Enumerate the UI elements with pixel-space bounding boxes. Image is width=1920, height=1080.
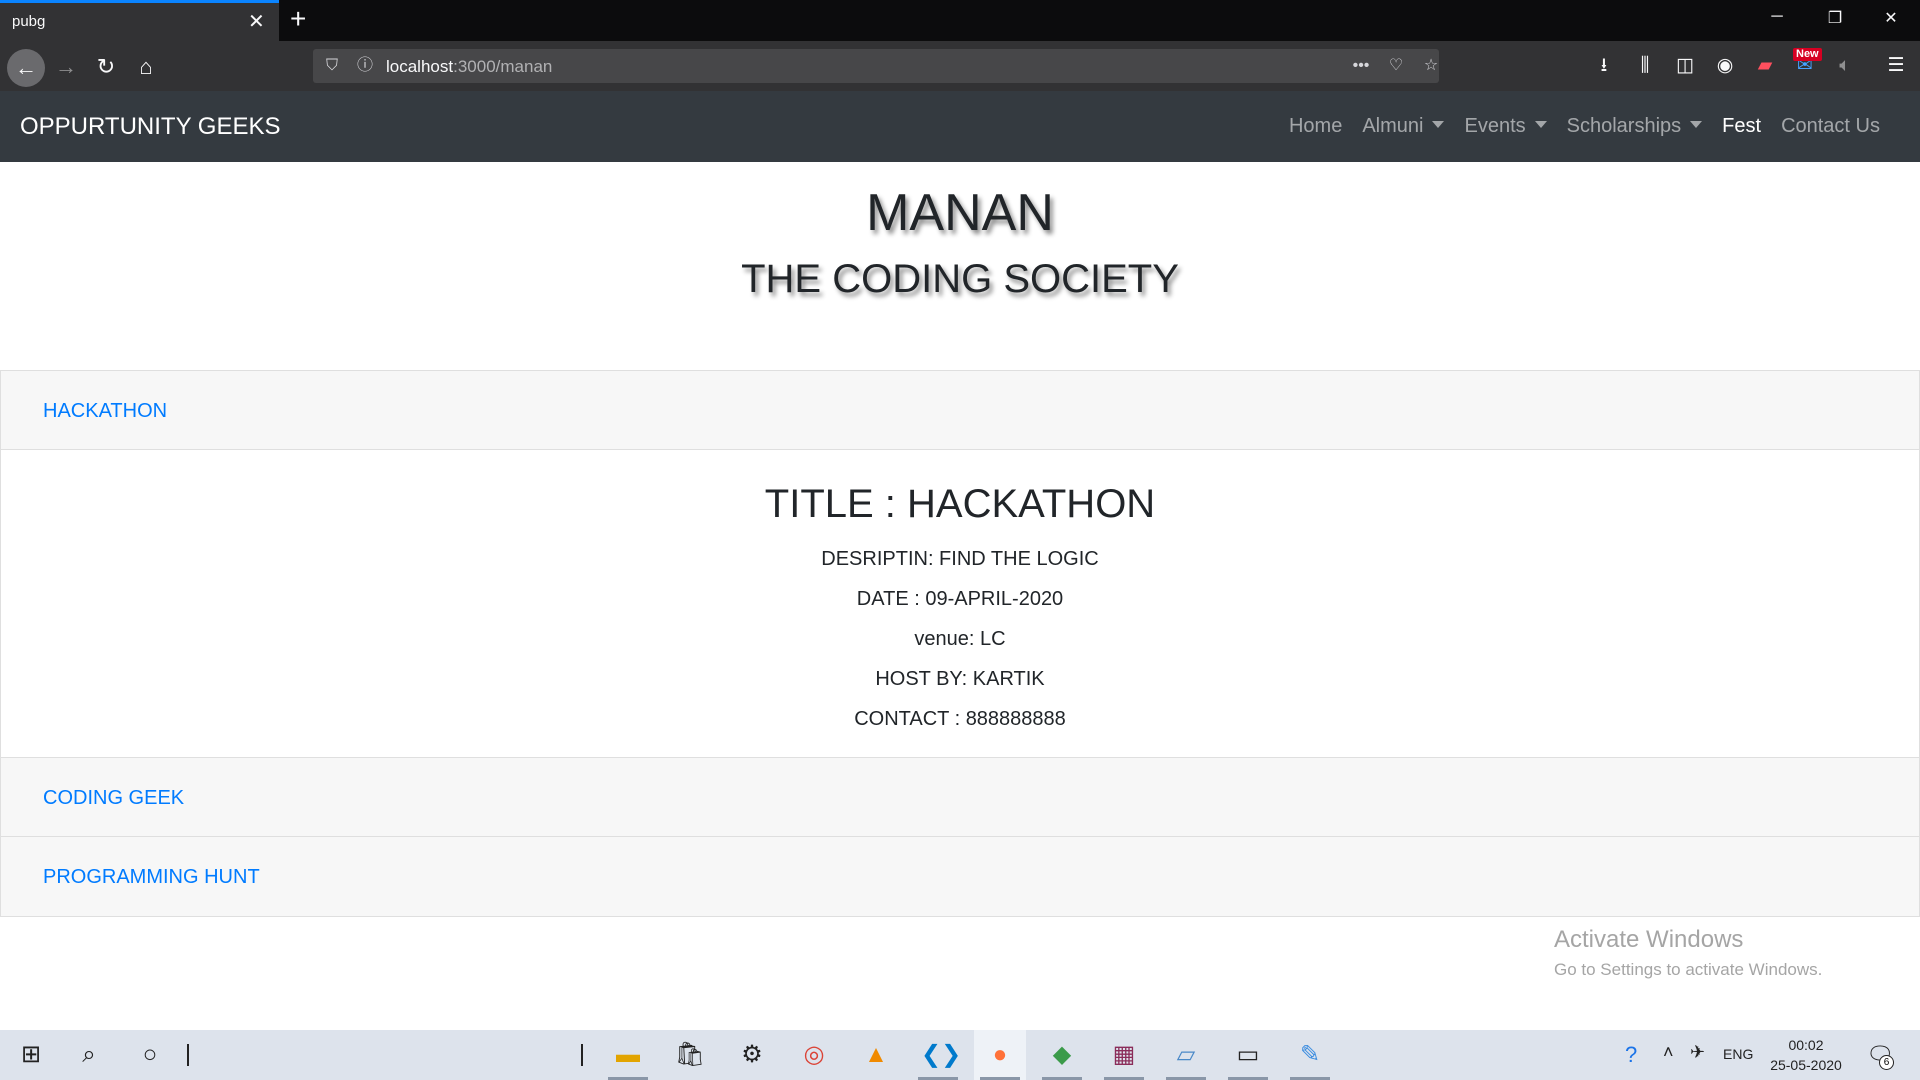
chevron-down-icon	[1534, 121, 1547, 128]
url-text[interactable]: localhost:3000/manan	[386, 57, 552, 77]
new-tab-button[interactable]: +	[290, 5, 306, 33]
chevron-down-icon	[1432, 121, 1445, 128]
accordion-toggle-hackathon[interactable]: HACKATHON	[43, 400, 167, 423]
sidebar-icon[interactable]: ◫	[1671, 53, 1699, 79]
accordion-toggle-coding-geek[interactable]: CODING GEEK	[43, 787, 184, 810]
event-date: DATE : 09-APRIL-2020	[856, 588, 1064, 610]
firefox-icon[interactable]: ●	[983, 1038, 1017, 1072]
new-badge: New	[1793, 48, 1822, 61]
nav-alumni-dropdown[interactable]: Almuni	[1352, 113, 1454, 139]
language-indicator[interactable]: ENG	[1723, 1046, 1753, 1062]
notification-count-badge: 6	[1879, 1055, 1894, 1070]
settings-gear-icon[interactable]: ⚙	[735, 1038, 769, 1072]
accordion-toggle-programming-hunt[interactable]: PROGRAMMING HUNT	[43, 866, 260, 889]
close-window-icon[interactable]: ✕	[1876, 8, 1906, 28]
page-title: MANAN	[866, 184, 1054, 242]
clock-date: 25-05-2020	[1770, 1057, 1842, 1073]
tab-title: pubg	[12, 13, 46, 30]
notepad-icon[interactable]: ▱	[1169, 1038, 1203, 1072]
nav-events-dropdown[interactable]: Events	[1454, 113, 1556, 139]
vscode-icon[interactable]: ❮❯	[921, 1038, 961, 1072]
paint-icon[interactable]: ✎	[1293, 1038, 1327, 1072]
taskbar-divider	[187, 1044, 189, 1066]
browser-tab[interactable]: pubg ✕	[0, 0, 279, 41]
library-icon[interactable]: ⫼	[1631, 53, 1659, 79]
activate-windows-subtitle: Go to Settings to activate Windows.	[1554, 960, 1823, 979]
home-icon[interactable]: ⌂	[129, 50, 163, 84]
tracking-shield-icon[interactable]: ⛉	[319, 53, 345, 79]
event-contact: CONTACT : 888888888	[854, 708, 1066, 730]
accordion-header-hackathon[interactable]: HACKATHON	[1, 371, 1919, 450]
activate-windows-title: Activate Windows	[1554, 926, 1744, 953]
accordion-body-hackathon: TITLE : HACKATHON DESRIPTIN: FIND THE LO…	[1, 450, 1919, 758]
downloads-icon[interactable]: ⭳	[1590, 53, 1618, 79]
event-host: HOST BY: KARTIK	[875, 668, 1045, 690]
page-subtitle: THE CODING SOCIETY	[741, 257, 1179, 301]
speaker-icon[interactable]: 🔈︎	[1831, 53, 1859, 79]
restore-icon[interactable]: ❐	[1820, 8, 1850, 28]
events-accordion: HACKATHON TITLE : HACKATHON DESRIPTIN: F…	[0, 370, 1920, 917]
forward-arrow-icon[interactable]: →	[49, 50, 83, 84]
windows-start-icon[interactable]: ⊞	[14, 1038, 48, 1072]
nav-fest[interactable]: Fest	[1712, 113, 1771, 139]
page-actions-icon[interactable]: •••	[1348, 53, 1374, 79]
back-arrow-icon[interactable]: ←	[7, 49, 45, 87]
chrome-icon[interactable]: ◎	[797, 1038, 831, 1072]
gitkraken-icon[interactable]: ◆	[1045, 1038, 1079, 1072]
nav-contact[interactable]: Contact Us	[1771, 113, 1890, 139]
windows-taskbar: ⊞ ⌕ ○ ▬ 🛍︎ ⚙ ◎ ▲ ❮❯ ● ◆ ▦ ▱ ▭ ✎ ? ˄ ✈ EN…	[0, 1030, 1920, 1080]
taskbar-divider	[581, 1044, 583, 1066]
help-icon[interactable]: ?	[1625, 1042, 1637, 1068]
site-info-icon[interactable]: ⓘ	[352, 53, 378, 79]
minimize-icon[interactable]: ─	[1762, 8, 1792, 26]
airplane-mode-icon[interactable]: ✈	[1690, 1042, 1705, 1063]
nav-links: Home Almuni Events Scholarships Fest Con…	[1279, 113, 1890, 139]
tab-close-icon[interactable]: ✕	[248, 12, 265, 32]
pocket-icon[interactable]: ♡	[1383, 53, 1409, 79]
event-description: DESRIPTIN: FIND THE LOGIC	[821, 548, 1099, 570]
accordion-header-programming-hunt[interactable]: PROGRAMMING HUNT	[1, 837, 1919, 916]
accordion-header-coding-geek[interactable]: CODING GEEK	[1, 758, 1919, 837]
search-icon[interactable]: ⌕	[72, 1038, 106, 1072]
reload-icon[interactable]: ↻	[89, 50, 123, 84]
event-venue: venue: LC	[914, 628, 1006, 650]
winrar-icon[interactable]: ▦	[1107, 1038, 1141, 1072]
address-bar[interactable]: ⛉ ⓘ localhost:3000/manan ••• ♡ ☆	[313, 49, 1439, 83]
site-navbar: OPPURTUNITY GEEKS Home Almuni Events Sch…	[0, 91, 1920, 162]
chevron-up-icon[interactable]: ˄	[1663, 1042, 1674, 1063]
terminal-icon[interactable]: ▭	[1231, 1038, 1265, 1072]
nav-scholarships-dropdown[interactable]: Scholarships	[1557, 113, 1713, 139]
chevron-down-icon	[1690, 121, 1703, 128]
account-icon[interactable]: ◉	[1711, 53, 1739, 79]
cortana-icon[interactable]: ○	[133, 1038, 167, 1072]
system-clock[interactable]: 00:02 25-05-2020	[1766, 1035, 1846, 1075]
event-title: TITLE : HACKATHON	[764, 482, 1156, 526]
browser-toolbar: ← → ↻ ⌂ ⛉ ⓘ localhost:3000/manan ••• ♡ ☆…	[0, 41, 1920, 91]
menu-icon[interactable]: ☰	[1882, 53, 1910, 79]
vlc-icon[interactable]: ▲	[859, 1038, 893, 1072]
brand-logo[interactable]: OPPURTUNITY GEEKS	[20, 113, 281, 141]
browser-tab-bar: pubg ✕ + ─ ❐ ✕	[0, 0, 1920, 41]
extension-icon[interactable]: ▰	[1751, 53, 1779, 79]
bookmark-star-icon[interactable]: ☆	[1418, 53, 1444, 79]
nav-home[interactable]: Home	[1279, 113, 1352, 139]
store-icon[interactable]: 🛍︎	[673, 1038, 707, 1072]
file-explorer-icon[interactable]: ▬	[611, 1038, 645, 1072]
clock-time: 00:02	[1788, 1037, 1824, 1053]
